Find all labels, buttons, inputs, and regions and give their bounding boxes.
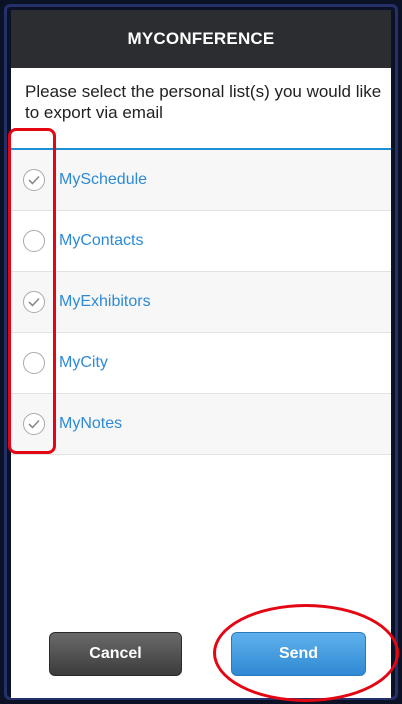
radio-empty-icon[interactable] (23, 352, 45, 374)
check-icon[interactable] (23, 291, 45, 313)
send-button[interactable]: Send (231, 632, 366, 676)
radio-empty-icon[interactable] (23, 230, 45, 252)
list-item-label: MyExhibitors (59, 293, 151, 310)
list-item-myexhibitors[interactable]: MyExhibitors (11, 272, 391, 333)
app-title: MYCONFERENCE (127, 29, 275, 48)
cancel-button[interactable]: Cancel (49, 632, 182, 676)
list-item-label: MySchedule (59, 171, 148, 188)
check-icon[interactable] (23, 169, 45, 191)
list-item-label: MyCity (59, 354, 108, 371)
list-item-label: MyNotes (59, 415, 123, 432)
list-item-mycontacts[interactable]: MyContacts (11, 211, 391, 272)
instruction-text: Please select the personal list(s) you w… (25, 82, 382, 122)
title-bar: MYCONFERENCE (11, 10, 391, 68)
list-item-mynotes[interactable]: MyNotes (11, 394, 391, 455)
list-item-mycity[interactable]: MyCity (11, 333, 391, 394)
list-item-myschedule[interactable]: MySchedule (11, 150, 391, 211)
check-icon[interactable] (23, 413, 45, 435)
app-screen: MYCONFERENCE Please select the personal … (11, 10, 391, 698)
list-item-label: MyContacts (59, 232, 144, 249)
personal-lists: MySchedule MyContacts MyExhibitors MyCit… (11, 148, 391, 455)
